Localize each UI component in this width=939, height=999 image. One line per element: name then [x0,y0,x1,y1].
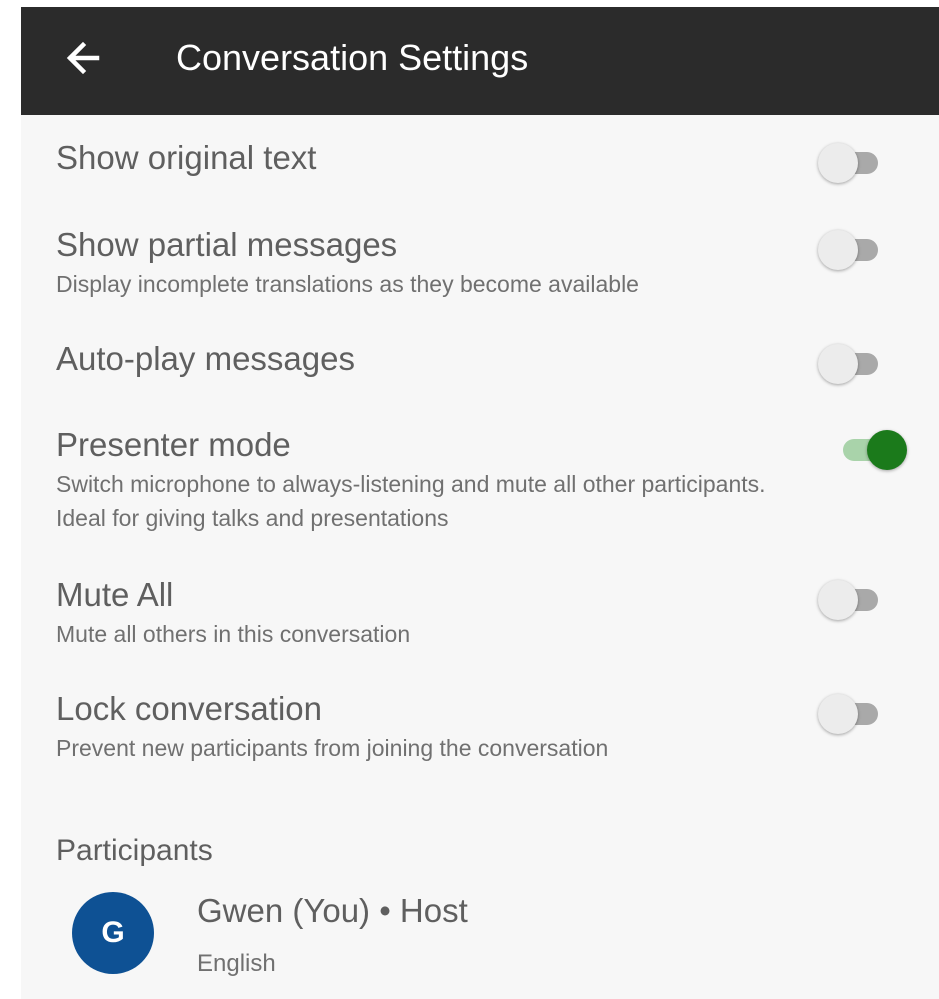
avatar: G [72,892,154,974]
setting-title: Show original text [56,139,317,176]
setting-auto-play-messages: Auto-play messages [56,339,906,379]
participant-item[interactable]: G Gwen (You) • Host English [21,887,939,997]
setting-show-partial-messages: Show partial messages Display incomplete… [56,225,906,301]
settings-screen: Conversation Settings Show original text… [21,7,939,999]
toggle-auto-play-messages[interactable] [818,340,890,388]
participant-name: Gwen (You) • Host [197,892,468,929]
toggle-knob [818,694,858,734]
setting-presenter-mode: Presenter mode Switch microphone to alwa… [56,425,816,535]
setting-description: Mute all others in this conversation [56,621,411,647]
toggle-knob [867,430,907,470]
device-frame: Conversation Settings Show original text… [0,0,939,999]
toggle-knob [818,580,858,620]
left-margin [0,0,21,999]
setting-mute-all: Mute All Mute all others in this convers… [56,575,906,651]
setting-description: Display incomplete translations as they … [56,271,639,297]
participants-header: Participants [56,834,213,867]
toggle-show-original-text[interactable] [818,139,890,187]
setting-title: Mute All [56,576,174,613]
toggle-presenter-mode[interactable] [835,426,907,474]
setting-lock-conversation: Lock conversation Prevent new participan… [56,689,906,765]
toggle-show-partial-messages[interactable] [818,226,890,274]
toggle-knob [818,143,858,183]
arrow-left-icon [66,41,100,75]
toggle-knob [818,230,858,270]
setting-title: Presenter mode [56,426,291,463]
participant-language: English [197,950,276,977]
app-bar: Conversation Settings [21,7,939,115]
setting-title: Auto-play messages [56,340,355,377]
setting-title: Lock conversation [56,690,322,727]
back-button[interactable] [59,34,107,82]
toggle-knob [818,344,858,384]
toggle-mute-all[interactable] [818,576,890,624]
page-title: Conversation Settings [176,37,529,78]
setting-title: Show partial messages [56,226,398,263]
toggle-lock-conversation[interactable] [818,690,890,738]
setting-show-original-text: Show original text [56,138,906,178]
setting-description: Switch microphone to always-listening an… [56,471,766,531]
setting-description: Prevent new participants from joining th… [56,735,609,761]
